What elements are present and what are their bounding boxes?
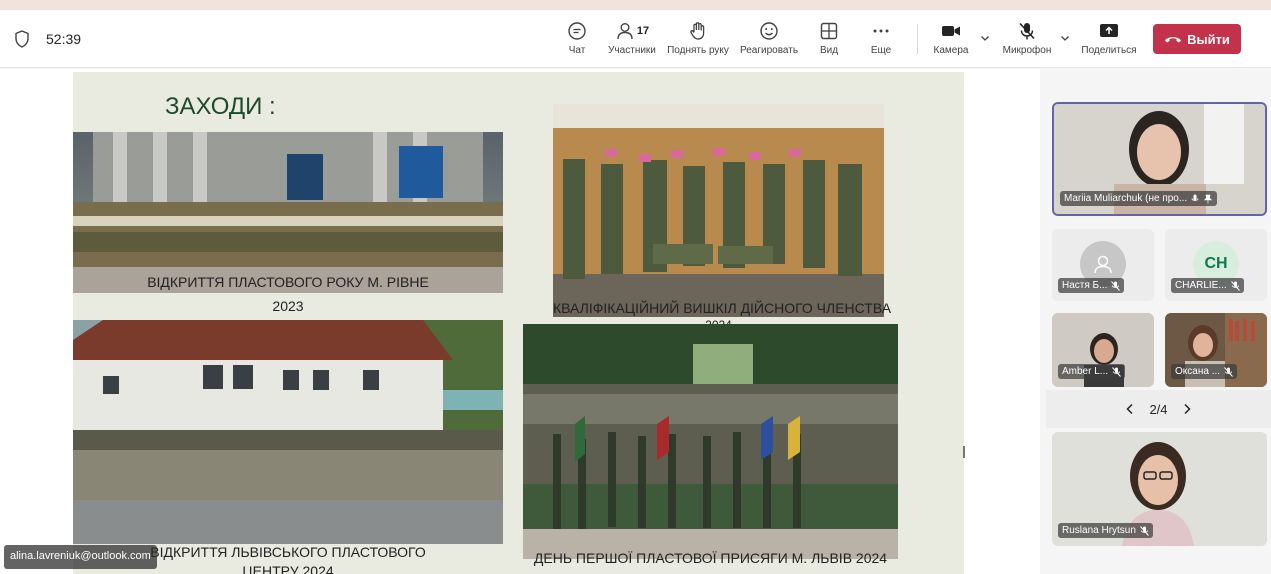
photo-rivne-opening: ВІДКРИТТЯ ПЛАСТОВОГО РОКУ М. РІВНЕ [73, 132, 503, 293]
chat-label: Чат [568, 45, 586, 56]
participant-name: Ruslana Hrytsun [1062, 525, 1136, 536]
leave-button[interactable]: Выйти [1153, 24, 1241, 54]
presenter-email-badge: alina.lavreniuk@outlook.com [4, 545, 157, 569]
participant-name: Настя Б... [1062, 280, 1108, 291]
toolbar-divider [917, 24, 918, 54]
photo-lviv-center-opening [73, 320, 503, 544]
slide-title: ЗАХОДИ : [165, 93, 276, 120]
resize-handle[interactable] [963, 446, 965, 458]
participant-tile-ruslana[interactable]: Ruslana Hrytsun [1052, 432, 1267, 546]
participant-tile-mariia[interactable]: Mariia Muliarchuk (не про... [1052, 102, 1267, 216]
camera-options-chevron-icon[interactable] [979, 32, 991, 44]
react-button[interactable]: Реагировать [740, 20, 798, 62]
microphone-muted-icon [1112, 366, 1122, 377]
more-dots-icon [873, 29, 889, 33]
microphone-muted-icon [1111, 280, 1121, 291]
meeting-timer: 52:39 [46, 31, 82, 47]
shield-icon [15, 30, 29, 48]
camera-button[interactable]: Камера [930, 20, 972, 62]
caption-oath-day: ДЕНЬ ПЕРШОЇ ПЛАСТОВОЇ ПРИСЯГИ М. ЛЬВІВ 2… [533, 550, 888, 566]
camera-icon [942, 26, 960, 36]
person-icon [1094, 255, 1112, 274]
participant-name: Amber L... [1062, 366, 1109, 377]
title-bar-strip [0, 0, 1271, 10]
microphone-button[interactable]: Микрофон [1000, 20, 1054, 62]
share-label: Поделиться [1081, 45, 1137, 56]
photo-qualification-training-image [553, 104, 884, 317]
participant-name-badge: Ruslana Hrytsun [1058, 523, 1153, 538]
chat-button[interactable]: Чат [562, 20, 592, 62]
participant-name-badge: Настя Б... [1058, 278, 1125, 293]
gallery-pager: 2/4 [1046, 390, 1271, 428]
microphone-muted-icon [1019, 22, 1035, 40]
participant-name: Mariia Muliarchuk (не про... [1064, 193, 1188, 204]
microphone-label: Микрофон [1002, 45, 1052, 56]
photo-rivne-opening-image [73, 132, 503, 293]
participant-tile-oksana[interactable]: Оксана ... [1165, 313, 1267, 387]
raise-hand-label: Поднять руку [667, 45, 729, 56]
microphone-muted-icon [1140, 525, 1149, 536]
microphone-muted-icon [1230, 280, 1240, 291]
photo-oath-day [523, 324, 898, 559]
meeting-toolbar: 52:39 Чат 17 Участники Поднять руку Реаг… [0, 10, 1271, 68]
chevron-right-icon[interactable] [1182, 403, 1192, 415]
grid-view-icon [820, 22, 838, 40]
microphone-muted-icon [1224, 366, 1233, 377]
pager-text: 2/4 [1149, 401, 1168, 417]
participants-button[interactable]: 17 Участники [606, 20, 658, 62]
participant-name-badge: CHARLIE... [1171, 278, 1244, 293]
participant-name: CHARLIE... [1175, 280, 1227, 291]
view-button[interactable]: Вид [814, 20, 844, 62]
share-button[interactable]: Поделиться [1080, 20, 1138, 62]
chat-icon [568, 22, 586, 40]
chevron-left-icon[interactable] [1125, 403, 1135, 415]
participant-tile-nastia[interactable]: Настя Б... [1052, 229, 1154, 301]
photo-qualification-training [553, 104, 884, 317]
react-label: Реагировать [739, 45, 799, 56]
leave-label: Выйти [1187, 31, 1230, 47]
view-label: Вид [819, 45, 839, 56]
photo-lviv-center-opening-image [73, 320, 503, 544]
presentation-slide: ЗАХОДИ : ВІДКРИТТЯ ПЛАСТОВОГО РОКУ М. РІ… [73, 72, 964, 574]
participant-name-badge: Amber L... [1058, 364, 1126, 379]
participants-label: Участники [608, 45, 656, 56]
camera-label: Камера [933, 45, 969, 56]
participant-tile-charlie[interactable]: CH CHARLIE... [1165, 229, 1267, 301]
more-button[interactable]: Еще [866, 20, 896, 62]
participant-name-badge: Mariia Muliarchuk (не про... [1060, 191, 1218, 206]
participant-tile-amber[interactable]: Amber L... [1052, 313, 1154, 387]
hang-up-icon [1165, 37, 1182, 43]
smiley-icon [760, 22, 778, 40]
microphone-icon [1191, 194, 1199, 201]
hand-icon [690, 22, 705, 40]
more-label: Еще [870, 45, 892, 56]
raise-hand-button[interactable]: Поднять руку [666, 20, 730, 62]
caption-rivne-line1: ВІДКРИТТЯ ПЛАСТОВОГО РОКУ М. РІВНЕ [147, 274, 429, 290]
share-screen-icon [1100, 24, 1118, 37]
participant-name-badge: Оксана ... [1171, 364, 1238, 379]
caption-rivne-line2: 2023 [272, 298, 304, 314]
microphone-options-chevron-icon[interactable] [1059, 32, 1071, 44]
people-icon [617, 23, 633, 40]
caption-qualification-line1: КВАЛІФІКАЦІЙНИЙ ВИШКІЛ ДІЙСНОГО ЧЛЕНСТВА [553, 300, 892, 316]
photo-oath-day-image [523, 324, 898, 559]
participant-count: 17 [636, 25, 650, 37]
participant-name: Оксана ... [1175, 366, 1221, 377]
pin-icon [1203, 194, 1213, 203]
